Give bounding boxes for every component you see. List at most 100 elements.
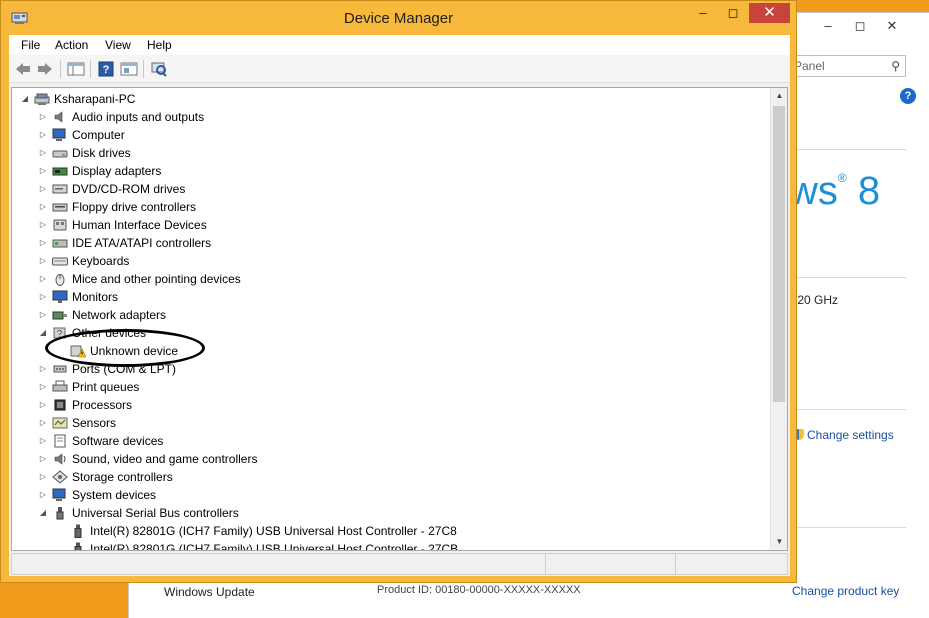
collapsed-chevron-icon[interactable]: ▷ bbox=[38, 198, 48, 216]
back-arrow-icon[interactable] bbox=[14, 61, 32, 77]
change-product-key-link[interactable]: Change product key bbox=[792, 584, 899, 598]
vertical-scrollbar[interactable]: ▲ ▼ bbox=[770, 88, 787, 550]
status-bar bbox=[11, 553, 788, 575]
collapsed-chevron-icon[interactable]: ▷ bbox=[38, 396, 48, 414]
collapsed-chevron-icon[interactable]: ▷ bbox=[38, 360, 48, 378]
tree-node[interactable]: ▷ Processors bbox=[12, 396, 768, 414]
tree-node[interactable]: Intel(R) 82801G (ICH7 Family) USB Univer… bbox=[12, 540, 768, 550]
tree-node[interactable]: ▷ Computer bbox=[12, 126, 768, 144]
menu-action[interactable]: Action bbox=[53, 38, 90, 52]
speaker-icon bbox=[52, 110, 68, 124]
tree-node-label: Software devices bbox=[72, 434, 164, 448]
control-panel-search-input[interactable]: Panel ⚲ bbox=[789, 55, 906, 77]
network-adapter-icon bbox=[52, 308, 68, 322]
tree-node[interactable]: Unknown device bbox=[12, 342, 768, 360]
change-settings-link[interactable]: Change settings bbox=[794, 428, 894, 442]
tree-node-label: Display adapters bbox=[72, 164, 162, 178]
tree-node[interactable]: ▷ Sound, video and game controllers bbox=[12, 450, 768, 468]
sound-icon bbox=[52, 452, 68, 466]
maximize-button[interactable]: ◻ bbox=[719, 3, 747, 23]
collapsed-chevron-icon[interactable]: ▷ bbox=[38, 180, 48, 198]
tree-node[interactable]: ▷ Monitors bbox=[12, 288, 768, 306]
tree-node[interactable]: ▷ DVD/CD-ROM drives bbox=[12, 180, 768, 198]
tree-node[interactable]: ▷ Keyboards bbox=[12, 252, 768, 270]
tree-node[interactable]: ▷ Sensors bbox=[12, 414, 768, 432]
divider bbox=[791, 409, 906, 410]
tree-node[interactable]: ▷ Audio inputs and outputs bbox=[12, 108, 768, 126]
tree-node[interactable]: ▷ Print queues bbox=[12, 378, 768, 396]
collapsed-chevron-icon[interactable]: ▷ bbox=[38, 108, 48, 126]
tree-node-label: Network adapters bbox=[72, 308, 167, 322]
properties-icon[interactable] bbox=[120, 61, 138, 77]
help-book-icon[interactable]: ? bbox=[97, 61, 115, 77]
scroll-up-arrow-icon[interactable]: ▲ bbox=[771, 88, 787, 104]
collapsed-chevron-icon[interactable]: ▷ bbox=[38, 450, 48, 468]
expanded-chevron-icon[interactable]: ◢ bbox=[38, 324, 48, 342]
collapsed-chevron-icon[interactable]: ▷ bbox=[38, 432, 48, 450]
menu-view[interactable]: View bbox=[103, 38, 133, 52]
tree-node-label: Ksharapani-PC bbox=[54, 92, 136, 106]
device-tree[interactable]: ◢ Ksharapani-PC ▷ Audio inputs and outputs ▷… bbox=[11, 87, 788, 551]
collapsed-chevron-icon[interactable]: ▷ bbox=[38, 234, 48, 252]
background-maximize-button[interactable]: ◻ bbox=[847, 17, 873, 35]
expanded-chevron-icon[interactable]: ◢ bbox=[20, 90, 30, 108]
collapsed-chevron-icon[interactable]: ▷ bbox=[38, 306, 48, 324]
tree-node[interactable]: ▷ Mice and other pointing devices bbox=[12, 270, 768, 288]
show-hide-console-tree-icon[interactable] bbox=[67, 61, 85, 77]
divider bbox=[791, 527, 906, 528]
background-minimize-button[interactable]: – bbox=[815, 17, 841, 35]
tree-node[interactable]: ◢? Other devices bbox=[12, 324, 768, 342]
scrollbar-thumb[interactable] bbox=[773, 106, 785, 402]
tree-node[interactable]: ▷ Network adapters bbox=[12, 306, 768, 324]
close-button[interactable]: ✕ bbox=[749, 3, 790, 23]
tree-node-label: Keyboards bbox=[72, 254, 130, 268]
windows-update-link[interactable]: Windows Update bbox=[164, 585, 255, 599]
tree-node[interactable]: ▷ Display adapters bbox=[12, 162, 768, 180]
tree-node-label: Unknown device bbox=[90, 344, 179, 358]
collapsed-chevron-icon[interactable]: ▷ bbox=[38, 144, 48, 162]
tree-node-label: Mice and other pointing devices bbox=[72, 272, 241, 286]
collapsed-chevron-icon[interactable]: ▷ bbox=[38, 270, 48, 288]
menu-file[interactable]: File bbox=[19, 38, 42, 52]
collapsed-chevron-icon[interactable]: ▷ bbox=[38, 486, 48, 504]
disk-drive-icon bbox=[52, 146, 68, 160]
help-icon[interactable]: ? bbox=[900, 88, 916, 104]
tree-node[interactable]: ▷ Ports (COM & LPT) bbox=[12, 360, 768, 378]
collapsed-chevron-icon[interactable]: ▷ bbox=[38, 288, 48, 306]
scan-hardware-changes-icon[interactable] bbox=[150, 61, 168, 77]
background-close-button[interactable]: ✕ bbox=[879, 17, 905, 35]
menu-help[interactable]: Help bbox=[145, 38, 174, 52]
collapsed-chevron-icon[interactable]: ▷ bbox=[38, 162, 48, 180]
collapsed-chevron-icon[interactable]: ▷ bbox=[38, 378, 48, 396]
printer-icon bbox=[52, 380, 68, 394]
tree-node[interactable]: ▷ Floppy drive controllers bbox=[12, 198, 768, 216]
status-cell bbox=[546, 554, 676, 574]
collapsed-chevron-icon[interactable]: ▷ bbox=[38, 216, 48, 234]
collapsed-chevron-icon[interactable]: ▷ bbox=[38, 414, 48, 432]
search-icon[interactable]: ⚲ bbox=[891, 56, 900, 76]
tree-node[interactable]: ▷ Storage controllers bbox=[12, 468, 768, 486]
system-device-icon bbox=[52, 488, 68, 502]
windows-8-logo: ws® 8 bbox=[789, 169, 881, 213]
collapsed-chevron-icon[interactable]: ▷ bbox=[38, 252, 48, 270]
tree-node[interactable]: ▷ Software devices bbox=[12, 432, 768, 450]
tree-node[interactable]: Intel(R) 82801G (ICH7 Family) USB Univer… bbox=[12, 522, 768, 540]
tree-node[interactable]: ▷ IDE ATA/ATAPI controllers bbox=[12, 234, 768, 252]
collapsed-chevron-icon[interactable]: ▷ bbox=[38, 126, 48, 144]
tree-root-node[interactable]: ◢ Ksharapani-PC bbox=[12, 90, 768, 108]
collapsed-chevron-icon[interactable]: ▷ bbox=[38, 468, 48, 486]
tree-node-label: Human Interface Devices bbox=[72, 218, 207, 232]
tree-node[interactable]: ▷ Human Interface Devices bbox=[12, 216, 768, 234]
toolbar-separator bbox=[143, 60, 144, 78]
tree-node-label: Storage controllers bbox=[72, 470, 173, 484]
tree-node[interactable]: ▷ Disk drives bbox=[12, 144, 768, 162]
forward-arrow-icon[interactable] bbox=[36, 61, 54, 77]
tree-node[interactable]: ◢ Universal Serial Bus controllers bbox=[12, 504, 768, 522]
expanded-chevron-icon[interactable]: ◢ bbox=[38, 504, 48, 522]
tree-node-label: Sensors bbox=[72, 416, 117, 430]
tree-node-label: Intel(R) 82801G (ICH7 Family) USB Univer… bbox=[90, 524, 457, 538]
root-computer-icon bbox=[34, 92, 50, 106]
scroll-down-arrow-icon[interactable]: ▼ bbox=[771, 534, 787, 550]
tree-node[interactable]: ▷ System devices bbox=[12, 486, 768, 504]
minimize-button[interactable]: – bbox=[689, 3, 717, 23]
